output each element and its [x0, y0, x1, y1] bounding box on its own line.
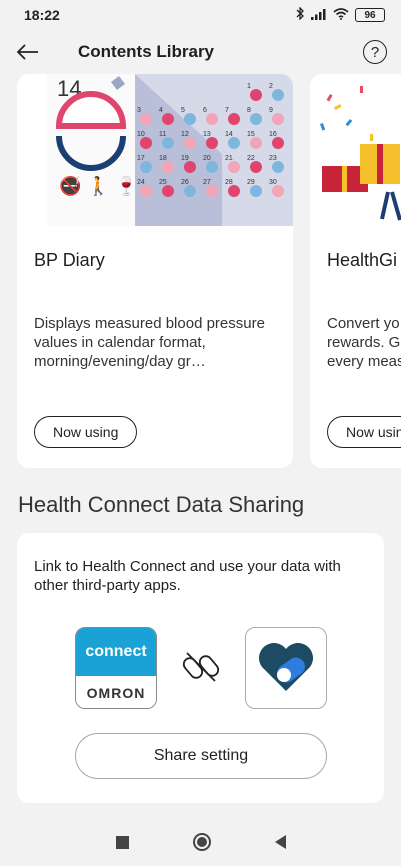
calendar-bp-dot — [206, 137, 218, 149]
status-time: 18:22 — [24, 7, 60, 23]
back-button[interactable] — [0, 30, 56, 74]
calendar-bp-dot — [272, 161, 284, 173]
calendar-bp-dot — [250, 161, 262, 173]
calendar-day-number: 29 — [247, 179, 255, 186]
calendar-day-number: 17 — [137, 155, 145, 162]
calendar-bp-dot — [206, 161, 218, 173]
content-card-healthgift[interactable]: HealthGi Convert yo rewards. G every mea… — [310, 74, 401, 468]
calendar-bp-dot — [272, 185, 284, 197]
status-bar: 18:22 96 — [0, 0, 401, 30]
calendar-bp-dot — [184, 113, 196, 125]
calendar-bp-dot — [140, 185, 152, 197]
calendar-bp-dot — [272, 113, 284, 125]
card-title: HealthGi — [327, 250, 398, 270]
signal-icon — [311, 8, 327, 23]
calendar-bp-dot — [140, 161, 152, 173]
calendar-day-number: 20 — [203, 155, 211, 162]
health-connect-card: Link to Health Connect and use your data… — [17, 533, 384, 803]
share-setting-button[interactable]: Share setting — [75, 733, 327, 779]
calendar-day-number: 23 — [269, 155, 277, 162]
calendar-day-number: 27 — [203, 179, 211, 186]
calendar-day-number: 1 — [247, 83, 251, 90]
system-nav-bar — [0, 818, 401, 866]
calendar-bp-dot — [272, 89, 284, 101]
card-title: BP Diary — [34, 250, 105, 270]
calendar-bp-dot — [250, 113, 262, 125]
calendar-bp-dot — [272, 137, 284, 149]
calendar-day-number: 3 — [137, 107, 141, 114]
calendar-bp-dot — [228, 185, 240, 197]
calendar-bp-dot — [162, 137, 174, 149]
calendar-day-number: 13 — [203, 131, 211, 138]
calendar-bp-dot — [250, 137, 262, 149]
calendar-bp-dot — [228, 161, 240, 173]
calendar-day-number: 6 — [203, 107, 207, 114]
help-icon: ? — [370, 43, 380, 61]
card-description: Convert yo rewards. G every meas — [327, 315, 401, 370]
calendar-bp-dot — [250, 185, 262, 197]
now-using-button[interactable]: Now using — [34, 416, 138, 448]
calendar-bp-dot — [184, 137, 196, 149]
calendar-bp-dot — [162, 161, 174, 173]
calendar-bp-dot — [228, 137, 240, 149]
now-using-button[interactable]: Now usin — [327, 416, 401, 448]
omron-logo-bottom: OMRON — [76, 676, 156, 708]
calendar-day-number: 10 — [137, 131, 145, 138]
content-card-bp-diary[interactable]: 14 🚭 🚶 🍷 1 2 3 4 5 6 7 8 9 10 11 12 13 14 15 16 17 18 19 20… — [17, 74, 293, 468]
calendar-day-number: 19 — [181, 155, 189, 162]
card-description: Displays measured blood pressure values … — [34, 315, 265, 370]
calendar-bp-dot — [184, 161, 196, 173]
calendar-day-number: 26 — [181, 179, 189, 186]
home-button[interactable] — [192, 833, 211, 851]
calendar-day-number: 4 — [159, 107, 163, 114]
calendar-day-number: 22 — [247, 155, 255, 162]
contents-carousel[interactable]: 14 🚭 🚶 🍷 1 2 3 4 5 6 7 8 9 10 11 12 13 14 15 16 17 18 19 20… — [0, 74, 401, 472]
omron-connect-logo: connect OMRON — [75, 627, 157, 709]
calendar-day-number: 5 — [181, 107, 185, 114]
calendar-day-number: 2 — [269, 83, 273, 90]
svg-text:🚭 🚶 🍷: 🚭 🚶 🍷 — [59, 175, 138, 197]
health-connect-heart-icon — [259, 643, 313, 691]
section-title: Health Connect Data Sharing — [18, 492, 305, 517]
calendar-day-number: 7 — [225, 107, 229, 114]
health-connect-logo — [245, 627, 327, 709]
calendar-day-number: 8 — [247, 107, 251, 114]
calendar-bp-dot — [228, 113, 240, 125]
calendar-day-number: 30 — [269, 179, 277, 186]
arrow-left-icon — [17, 44, 38, 60]
calendar-day-number: 28 — [225, 179, 233, 186]
omron-logo-top: connect — [76, 628, 156, 676]
calendar-day-number: 18 — [159, 155, 167, 162]
battery-icon: 96 — [355, 8, 385, 22]
wifi-icon — [333, 7, 349, 23]
app-bar: Contents Library ? — [0, 30, 401, 74]
calendar-day-number: 9 — [269, 107, 273, 114]
system-back-button[interactable] — [274, 835, 286, 849]
calendar-bp-dot — [206, 185, 218, 197]
calendar-bp-dot — [162, 113, 174, 125]
recents-button[interactable] — [115, 835, 129, 849]
calendar-bp-dot — [162, 185, 174, 197]
calendar-bp-dot — [206, 113, 218, 125]
calendar-bp-dot — [140, 137, 152, 149]
calendar-day-number: 15 — [247, 131, 255, 138]
bp-diary-illustration: 14 🚭 🚶 🍷 1 2 3 4 5 6 7 8 9 10 11 12 13 14 15 16 17 18 19 20… — [47, 74, 293, 226]
health-connect-description: Link to Health Connect and use your data… — [34, 558, 341, 594]
calendar-bp-dot — [184, 185, 196, 197]
bluetooth-icon — [296, 6, 305, 23]
help-button[interactable]: ? — [363, 40, 387, 64]
calendar-bp-dot — [250, 89, 262, 101]
calendar-bp-dot — [140, 113, 152, 125]
page-title: Contents Library — [78, 42, 215, 61]
healthgift-illustration — [310, 74, 401, 226]
calendar-day-number: 24 — [137, 179, 145, 186]
calendar-day-number: 14 — [225, 131, 233, 138]
link-off-icon — [182, 652, 220, 682]
calendar-day-number: 12 — [181, 131, 189, 138]
status-icons: 96 — [296, 6, 385, 23]
calendar-day-number: 16 — [269, 131, 277, 138]
calendar-day-number: 11 — [159, 131, 166, 138]
calendar-day-number: 25 — [159, 179, 167, 186]
calendar-day-number: 21 — [225, 155, 233, 162]
